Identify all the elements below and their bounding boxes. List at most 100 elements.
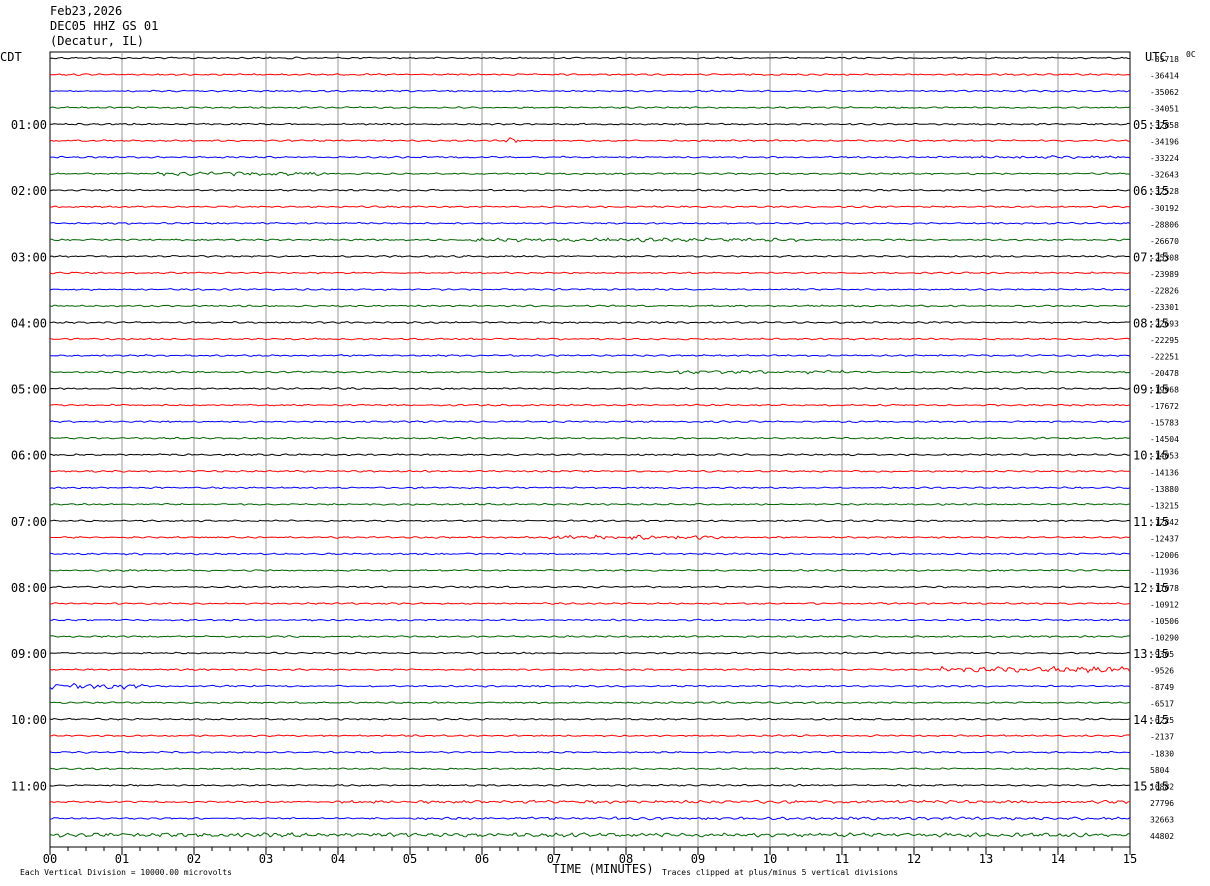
trace-offset-label: -12437 [1150, 534, 1179, 543]
left-hour-label: 02:00 [11, 184, 47, 198]
trace-offset-label: 27796 [1150, 799, 1174, 808]
trace-offset-label: -8749 [1150, 683, 1174, 692]
trace-row-33 [49, 602, 1130, 605]
trace-row-24 [49, 453, 1131, 457]
trace-row-12 [49, 254, 1131, 258]
trace-offset-label: -10290 [1150, 634, 1179, 643]
helicorder-plot: 00 01 02 03 04 05 06 07 08 09 10 11 12 13 14 15-35718-3… [11, 50, 1196, 877]
trace-offset-label: -28806 [1150, 220, 1179, 229]
right-hour-label: 05:15 [1133, 118, 1169, 132]
trace-row-23 [49, 436, 1131, 440]
trace-offset-label: -22295 [1150, 336, 1179, 345]
trace-offset-label: -36414 [1150, 72, 1179, 81]
trace-row-26 [49, 486, 1131, 490]
trace-offset-label: -14136 [1150, 468, 1179, 477]
x-tick-label: 14 [1051, 852, 1065, 866]
left-hour-label: 04:00 [11, 316, 47, 330]
trace-offset-label: -22251 [1150, 353, 1179, 362]
right-hour-label: 09:15 [1133, 383, 1169, 397]
right-hour-label: 11:15 [1133, 515, 1169, 529]
trace-row-13 [49, 271, 1131, 275]
trace-row-41 [49, 734, 1131, 738]
trace-offset-label: -35062 [1150, 88, 1179, 97]
trace-row-2 [49, 89, 1131, 93]
trace-row-36 [49, 651, 1131, 655]
trace-row-15 [49, 304, 1131, 308]
x-tick-label: 05 [403, 852, 417, 866]
right-hour-label: 14:15 [1133, 713, 1169, 727]
right-hour-label: 07:15 [1133, 250, 1169, 264]
trace-row-9 [49, 205, 1131, 209]
trace-row-38 [49, 682, 1131, 690]
trace-row-17 [49, 337, 1131, 341]
trace-row-27 [49, 502, 1131, 506]
trace-row-32 [49, 585, 1131, 589]
trace-offset-label: -34051 [1150, 105, 1179, 114]
trace-row-46 [49, 816, 1131, 821]
trace-offset-label: -33224 [1150, 154, 1179, 163]
x-tick-label: 12 [907, 852, 921, 866]
trace-offset-label: -12006 [1150, 551, 1179, 560]
trace-offset-label: 44802 [1150, 832, 1174, 841]
trace-row-29 [49, 534, 1131, 541]
trace-row-43 [49, 767, 1131, 771]
trace-offset-label: -13880 [1150, 485, 1179, 494]
x-tick-label: 10 [763, 852, 777, 866]
x-tick-label: 01 [115, 852, 129, 866]
trace-row-7 [49, 171, 1131, 177]
trace-offset-label: -15783 [1150, 419, 1179, 428]
x-tick-label: 15 [1123, 852, 1137, 866]
right-hour-label: 13:15 [1133, 647, 1169, 661]
trace-offset-label: 5804 [1150, 766, 1169, 775]
trace-row-34 [49, 618, 1131, 622]
x-tick-label: 06 [475, 852, 489, 866]
trace-offset-label: -17672 [1150, 402, 1179, 411]
trace-offset-label: -20478 [1150, 369, 1179, 378]
trace-row-20 [49, 387, 1131, 391]
right-hour-label: 12:15 [1133, 581, 1169, 595]
corner-label: 0C [1186, 50, 1196, 59]
trace-offset-label: -30192 [1150, 204, 1179, 213]
x-tick-label: 00 [43, 852, 57, 866]
trace-row-40 [49, 717, 1131, 721]
left-hour-label: 10:00 [11, 713, 47, 727]
trace-row-47 [49, 832, 1131, 838]
left-hour-label: 07:00 [11, 515, 47, 529]
left-hour-label: 05:00 [11, 383, 47, 397]
left-hour-label: 06:00 [11, 449, 47, 463]
trace-offset-label: -9526 [1150, 667, 1174, 676]
trace-offset-label: -32643 [1150, 171, 1179, 180]
trace-offset-label: -22826 [1150, 286, 1179, 295]
trace-row-28 [49, 519, 1131, 523]
trace-row-31 [49, 569, 1131, 572]
trace-row-14 [49, 287, 1131, 291]
trace-offset-label: -1830 [1150, 749, 1174, 758]
right-hour-label: 10:15 [1133, 449, 1169, 463]
trace-row-4 [50, 122, 1131, 126]
trace-row-45 [49, 799, 1131, 805]
right-hour-label: 15:15 [1133, 779, 1169, 793]
left-hour-label: 01:00 [11, 118, 47, 132]
trace-row-5 [49, 137, 1131, 144]
trace-row-3 [49, 106, 1131, 110]
x-tick-label: 13 [979, 852, 993, 866]
trace-row-42 [49, 750, 1131, 754]
trace-row-30 [49, 552, 1131, 556]
x-tick-label: 02 [187, 852, 201, 866]
trace-row-18 [50, 354, 1131, 357]
trace-row-8 [49, 188, 1130, 192]
trace-row-39 [49, 701, 1131, 705]
trace-row-16 [49, 321, 1131, 324]
trace-row-1 [49, 73, 1131, 76]
trace-offset-label: -26670 [1150, 237, 1179, 246]
x-tick-label: 09 [691, 852, 705, 866]
trace-row-25 [49, 469, 1131, 473]
right-hour-label: 06:15 [1133, 184, 1169, 198]
left-hour-label: 03:00 [11, 250, 47, 264]
trace-row-0 [49, 56, 1131, 60]
trace-offset-label: -6517 [1150, 700, 1174, 709]
trace-offset-label: -11936 [1150, 567, 1179, 576]
trace-row-35 [49, 635, 1130, 638]
trace-offset-label: -13215 [1150, 501, 1179, 510]
trace-offset-label: -34196 [1150, 138, 1179, 147]
